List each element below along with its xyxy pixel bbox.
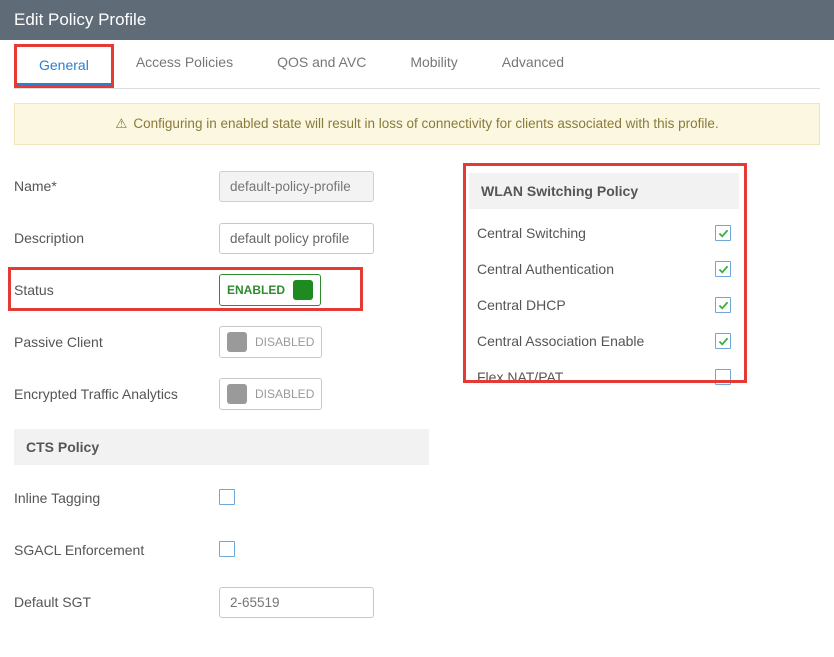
central-switching-label: Central Switching	[477, 225, 586, 241]
description-input[interactable]	[219, 223, 374, 254]
tab-mobility[interactable]: Mobility	[388, 44, 479, 88]
cts-policy-header: CTS Policy	[14, 429, 429, 465]
default-sgt-label: Default SGT	[14, 594, 219, 610]
eta-label: Encrypted Traffic Analytics	[14, 386, 219, 402]
modal-header: Edit Policy Profile	[0, 0, 834, 40]
central-assoc-label: Central Association Enable	[477, 333, 644, 349]
tab-qos-avc[interactable]: QOS and AVC	[255, 44, 388, 88]
name-label: Name*	[14, 178, 219, 194]
tab-advanced[interactable]: Advanced	[480, 44, 586, 88]
sgacl-checkbox[interactable]	[219, 541, 235, 557]
passive-toggle-text: DISABLED	[255, 335, 314, 349]
flex-nat-label: Flex NAT/PAT	[477, 369, 563, 385]
wlan-switching-header: WLAN Switching Policy	[469, 173, 739, 209]
tab-bar: General Access Policies QOS and AVC Mobi…	[14, 44, 820, 89]
toggle-knob-icon	[227, 332, 247, 352]
status-label: Status	[14, 282, 219, 298]
central-auth-label: Central Authentication	[477, 261, 614, 277]
left-column: Name* Description Status ENABLED Passive…	[14, 169, 429, 637]
central-switching-checkbox[interactable]	[715, 225, 731, 241]
modal-title: Edit Policy Profile	[14, 10, 146, 29]
warning-banner: ⚠ Configuring in enabled state will resul…	[14, 103, 820, 145]
sgacl-label: SGACL Enforcement	[14, 542, 219, 558]
central-dhcp-checkbox[interactable]	[715, 297, 731, 313]
central-assoc-checkbox[interactable]	[715, 333, 731, 349]
tab-general[interactable]: General	[17, 47, 111, 86]
toggle-knob-icon	[227, 384, 247, 404]
passive-client-label: Passive Client	[14, 334, 219, 350]
description-label: Description	[14, 230, 219, 246]
passive-client-toggle[interactable]: DISABLED	[219, 326, 322, 358]
status-toggle[interactable]: ENABLED	[219, 274, 321, 306]
inline-tagging-label: Inline Tagging	[14, 490, 219, 506]
inline-tagging-checkbox[interactable]	[219, 489, 235, 505]
central-dhcp-label: Central DHCP	[477, 297, 566, 313]
status-toggle-text: ENABLED	[227, 283, 285, 297]
warning-icon: ⚠	[115, 116, 127, 131]
eta-toggle[interactable]: DISABLED	[219, 378, 322, 410]
central-auth-checkbox[interactable]	[715, 261, 731, 277]
warning-text: Configuring in enabled state will result…	[133, 116, 718, 131]
flex-nat-checkbox[interactable]	[715, 369, 731, 385]
right-column: WLAN Switching Policy Central Switching …	[469, 169, 820, 405]
default-sgt-input[interactable]	[219, 587, 374, 618]
name-input[interactable]	[219, 171, 374, 202]
toggle-knob-icon	[293, 280, 313, 300]
tab-access-policies[interactable]: Access Policies	[114, 44, 255, 88]
highlight-box-tab: General	[14, 44, 114, 88]
eta-toggle-text: DISABLED	[255, 387, 314, 401]
